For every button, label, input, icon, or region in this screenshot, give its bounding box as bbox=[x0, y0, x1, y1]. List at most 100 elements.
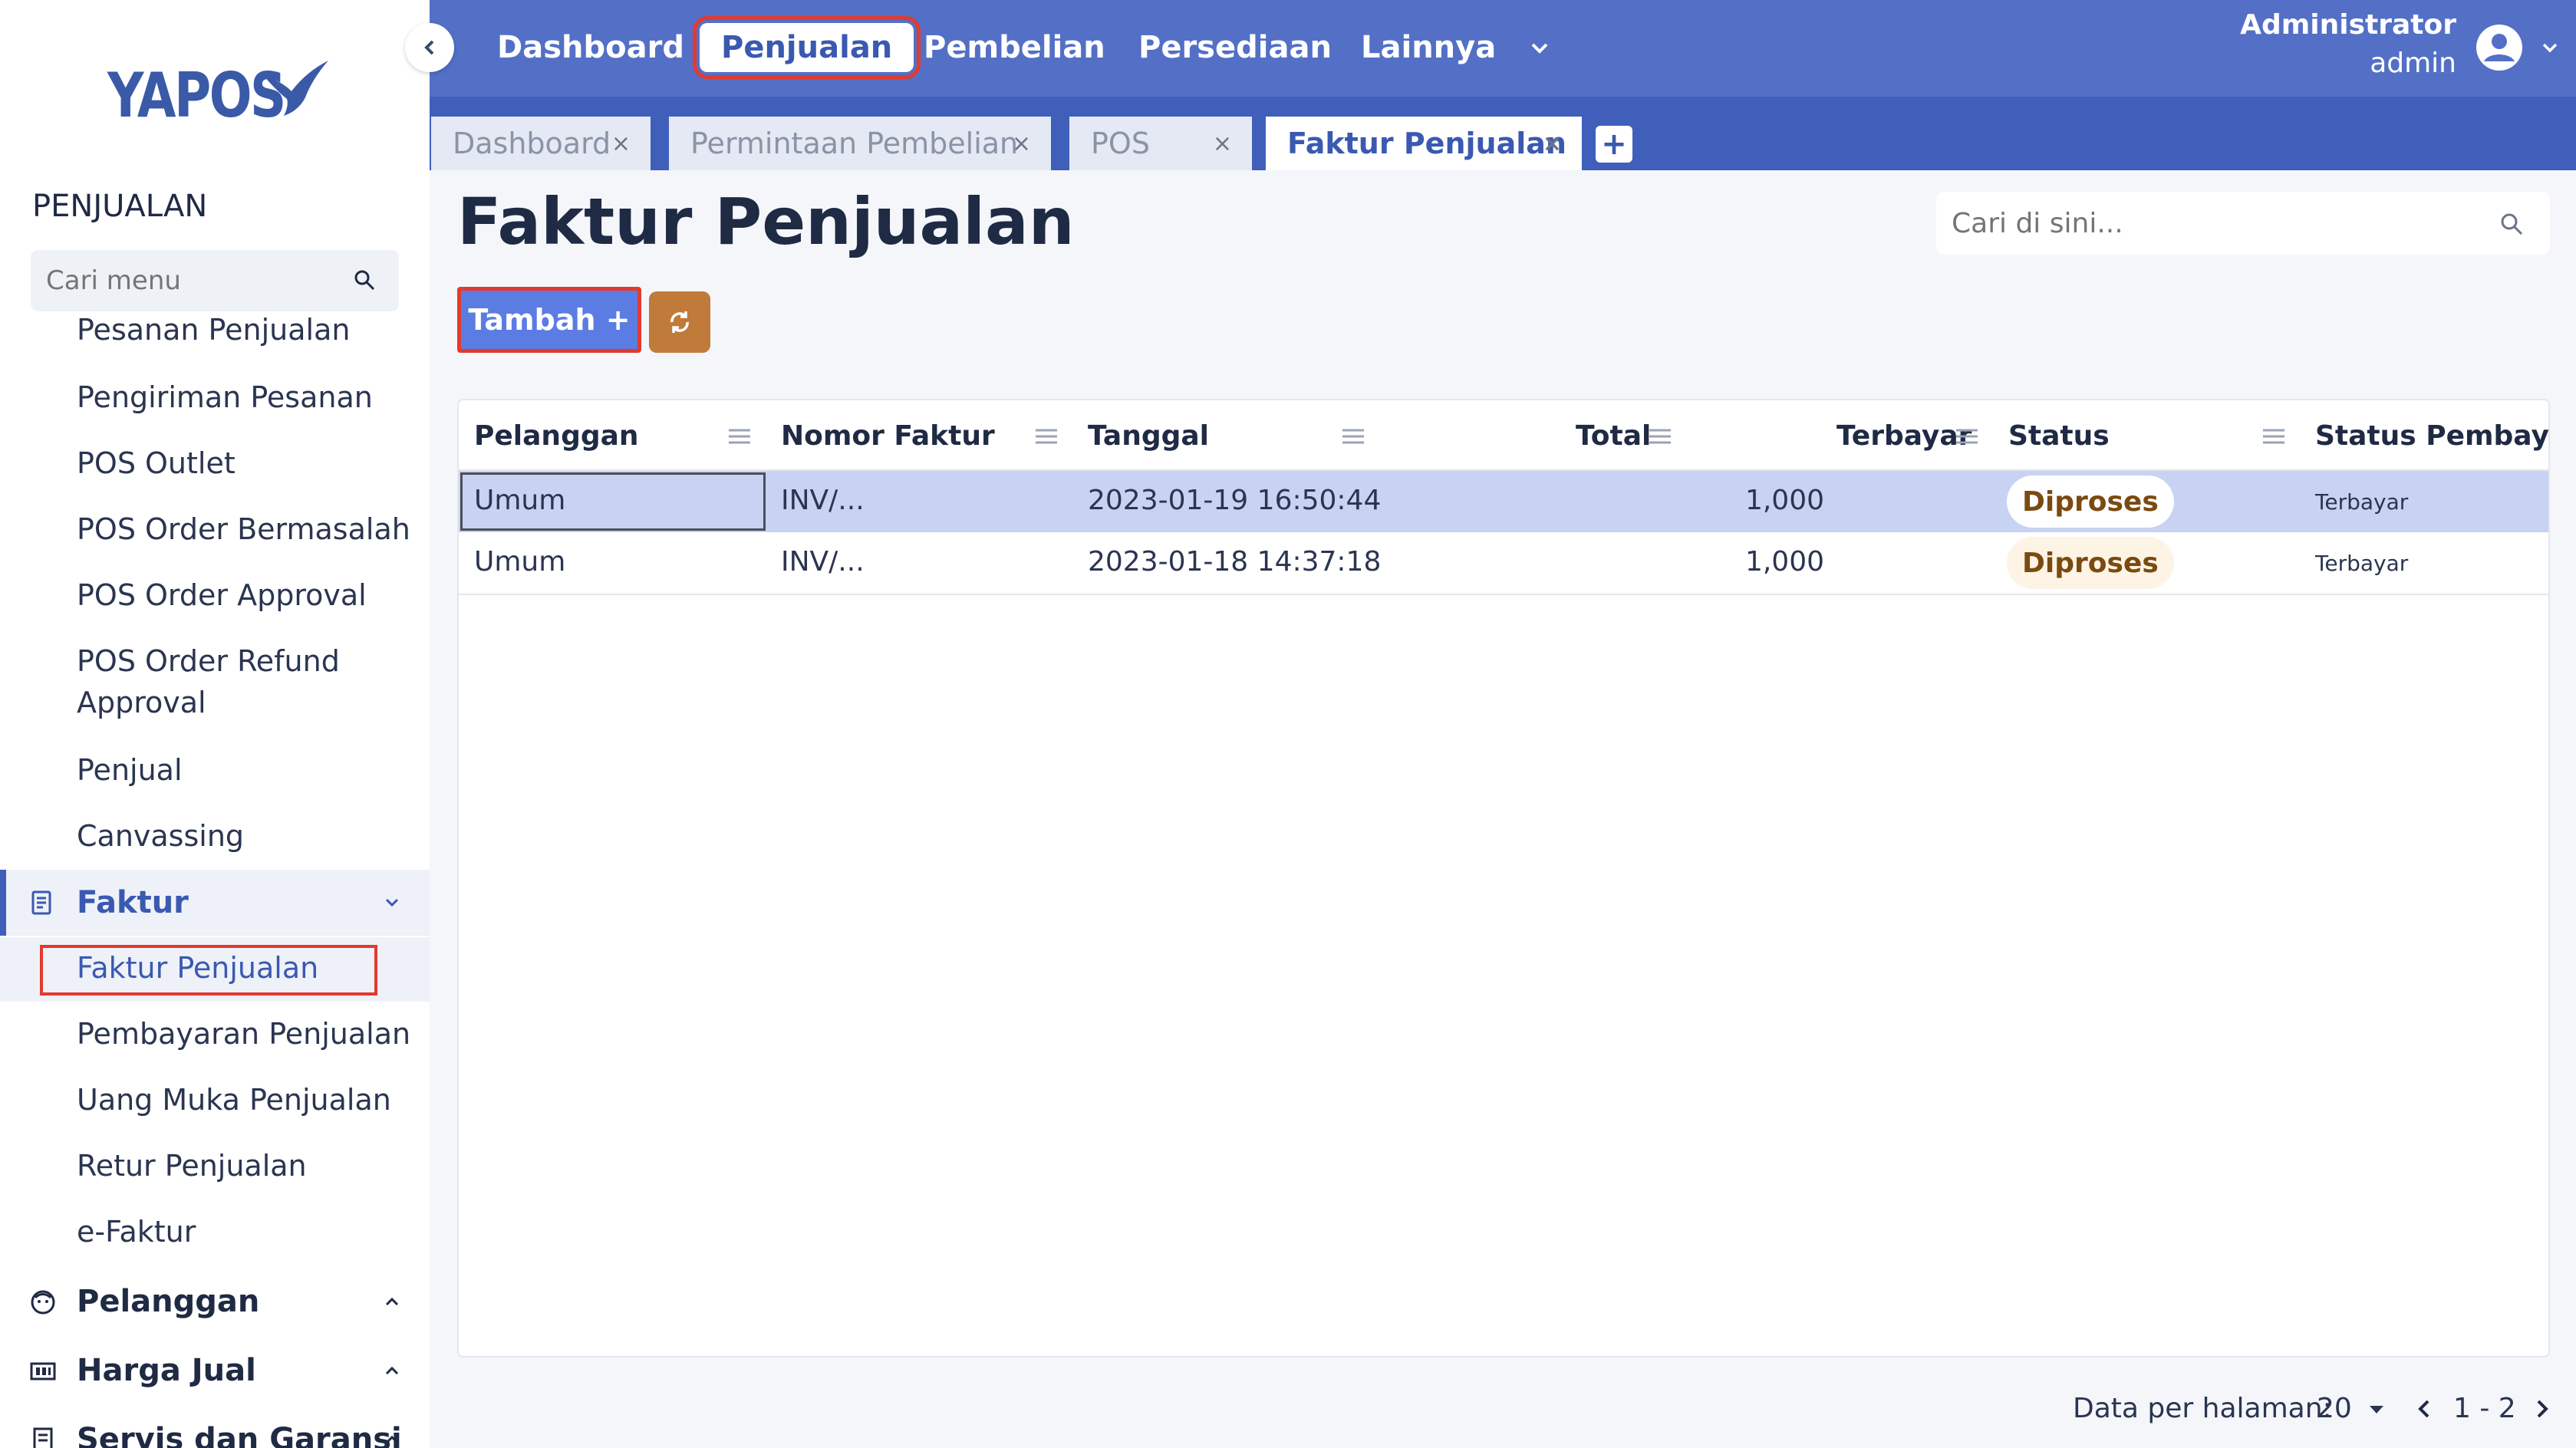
sidebar-item-pos-order-refund-approval[interactable]: Approval bbox=[77, 686, 206, 719]
yapos-logo[interactable]: YAPOS bbox=[107, 60, 328, 131]
sidebar-group-label: Faktur bbox=[77, 885, 189, 920]
table-row[interactable]: Umum INV/... 2023-01-19 16:50:44 1,000 1… bbox=[459, 471, 2548, 532]
nav-penjualan[interactable]: Penjualan bbox=[692, 16, 921, 79]
column-header-tanggal[interactable]: Tanggal bbox=[1088, 416, 1209, 456]
user-name: Administrator bbox=[2240, 9, 2456, 41]
column-header-nomor-faktur[interactable]: Nomor Faktur bbox=[781, 416, 995, 456]
page-title: Faktur Penjualan bbox=[457, 184, 1075, 259]
nav-pembelian[interactable]: Pembelian bbox=[924, 23, 1105, 72]
avatar-icon[interactable] bbox=[2475, 23, 2524, 75]
cell-status-pembayaran[interactable]: Terbayar bbox=[2315, 551, 2408, 576]
column-menu-icon[interactable] bbox=[1341, 426, 1365, 449]
column-header-pelanggan[interactable]: Pelanggan bbox=[474, 416, 639, 456]
logo-text: YAPOS bbox=[107, 60, 286, 131]
tab-faktur-penjualan[interactable]: Faktur Penjualan × bbox=[1266, 117, 1582, 170]
sidebar-group-label: Servis dan Garansi bbox=[77, 1422, 402, 1448]
sidebar-item-pembayaran-penjualan[interactable]: Pembayaran Penjualan bbox=[77, 1017, 410, 1051]
column-menu-icon[interactable] bbox=[1034, 426, 1059, 449]
column-menu-icon[interactable] bbox=[1648, 426, 1672, 449]
column-menu-icon[interactable] bbox=[1955, 426, 1979, 449]
refresh-button[interactable] bbox=[649, 291, 710, 353]
cell-total[interactable]: 1,000 bbox=[1594, 546, 1824, 578]
chevron-down-icon bbox=[382, 893, 402, 916]
cell-status-pembayaran[interactable]: Terbayar bbox=[2315, 489, 2408, 515]
close-icon[interactable]: × bbox=[1012, 130, 1031, 157]
sidebar-item-penjual[interactable]: Penjual bbox=[77, 753, 183, 787]
menu-search[interactable] bbox=[31, 250, 399, 311]
user-role: admin bbox=[2370, 48, 2456, 79]
sidebar-item-pos-order-bermasalah[interactable]: POS Order Bermasalah bbox=[77, 512, 410, 546]
refresh-icon bbox=[670, 311, 689, 333]
selected-cell-outline bbox=[460, 472, 766, 531]
add-tab-button[interactable]: + bbox=[1596, 126, 1632, 163]
column-menu-icon[interactable] bbox=[2261, 426, 2286, 449]
page-size-label: Data per halaman: bbox=[2073, 1393, 2332, 1424]
tab-pos[interactable]: POS × bbox=[1069, 117, 1252, 170]
nav-dashboard[interactable]: Dashboard bbox=[497, 23, 684, 72]
document-icon bbox=[29, 1427, 57, 1448]
sidebar-item-pos-order-refund[interactable]: POS Order Refund bbox=[77, 644, 340, 678]
sidebar: YAPOS PENJUALAN Pesanan Penjualan Pengir… bbox=[0, 0, 430, 1448]
sidebar-item-pesanan-penjualan[interactable]: Pesanan Penjualan bbox=[77, 313, 350, 347]
column-header-status-pembayaran[interactable]: Status Pembayara bbox=[2315, 416, 2548, 456]
sidebar-item-e-faktur[interactable]: e-Faktur bbox=[77, 1215, 196, 1249]
page-size-select[interactable]: 20 bbox=[2317, 1393, 2352, 1424]
tab-permintaan-pembelian[interactable]: Permintaan Pembelian × bbox=[669, 117, 1051, 170]
add-button[interactable]: Tambah + bbox=[457, 287, 641, 353]
column-header-terbayar[interactable]: Terbayar bbox=[1836, 416, 1972, 456]
sidebar-section-title: PENJUALAN bbox=[32, 189, 208, 224]
face-icon bbox=[29, 1288, 57, 1319]
previous-page-button[interactable] bbox=[2413, 1397, 2435, 1423]
sidebar-item-canvassing[interactable]: Canvassing bbox=[77, 819, 244, 853]
sidebar-item-pengiriman-pesanan[interactable]: Pengiriman Pesanan bbox=[77, 380, 373, 414]
sidebar-group-label: Pelanggan bbox=[77, 1284, 260, 1319]
next-page-button[interactable] bbox=[2532, 1397, 2553, 1423]
chevron-down-icon[interactable] bbox=[1527, 35, 1553, 64]
close-icon[interactable]: × bbox=[1543, 130, 1562, 157]
column-menu-icon[interactable] bbox=[727, 426, 752, 449]
nav-lainnya[interactable]: Lainnya bbox=[1361, 23, 1496, 72]
tab-label: Dashboard bbox=[453, 127, 611, 160]
menu-search-input[interactable] bbox=[46, 265, 353, 296]
page-range: 1 - 2 bbox=[2453, 1393, 2516, 1424]
tab-label: Faktur Penjualan bbox=[1287, 127, 1566, 160]
sidebar-item-pos-outlet[interactable]: POS Outlet bbox=[77, 446, 236, 480]
caret-down-icon[interactable] bbox=[2367, 1404, 2386, 1419]
sidebar-item-pos-order-approval[interactable]: POS Order Approval bbox=[77, 578, 367, 612]
chevron-up-icon bbox=[382, 1430, 402, 1448]
chevron-right-icon bbox=[2537, 1400, 2548, 1418]
close-icon[interactable]: × bbox=[1213, 130, 1232, 157]
chevron-up-icon bbox=[382, 1292, 402, 1315]
status-badge: Diproses bbox=[2007, 476, 2174, 528]
price-icon bbox=[29, 1358, 57, 1388]
chevron-down-icon[interactable] bbox=[2539, 37, 2561, 61]
sidebar-item-retur-penjualan[interactable]: Retur Penjualan bbox=[77, 1149, 307, 1183]
chevron-left-icon bbox=[424, 40, 434, 55]
tab-label: POS bbox=[1091, 127, 1150, 160]
sidebar-group-faktur[interactable]: Faktur bbox=[0, 870, 430, 936]
close-icon[interactable]: × bbox=[611, 130, 631, 157]
column-header-status[interactable]: Status bbox=[2008, 416, 2110, 456]
tab-dashboard[interactable]: Dashboard × bbox=[431, 117, 651, 170]
table-row[interactable]: Umum INV/... 2023-01-18 14:37:18 1,000 1… bbox=[459, 534, 2548, 595]
cell-nomor-faktur[interactable]: INV/... bbox=[781, 485, 865, 516]
sidebar-group-servis-dan-garansi[interactable]: Servis dan Garansi bbox=[0, 1407, 430, 1448]
sidebar-group-label: Harga Jual bbox=[77, 1353, 256, 1388]
search-box[interactable] bbox=[1936, 192, 2550, 255]
sidebar-collapse-button[interactable] bbox=[405, 23, 454, 72]
cell-tanggal[interactable]: 2023-01-19 16:50:44 bbox=[1088, 485, 1381, 516]
highlight-box bbox=[40, 945, 377, 995]
chevron-left-icon bbox=[2418, 1400, 2429, 1418]
column-header-total[interactable]: Total bbox=[1576, 416, 1651, 456]
search-input[interactable] bbox=[1952, 207, 2473, 239]
cell-tanggal[interactable]: 2023-01-18 14:37:18 bbox=[1088, 546, 1381, 578]
sidebar-item-uang-muka-penjualan[interactable]: Uang Muka Penjualan bbox=[77, 1083, 391, 1117]
nav-persediaan[interactable]: Persediaan bbox=[1138, 23, 1332, 72]
search-icon bbox=[2499, 212, 2524, 239]
sidebar-group-harga-jual[interactable]: Harga Jual bbox=[0, 1338, 430, 1404]
cell-total[interactable]: 1,000 bbox=[1594, 485, 1824, 516]
sidebar-group-pelanggan[interactable]: Pelanggan bbox=[0, 1269, 430, 1334]
cell-nomor-faktur[interactable]: INV/... bbox=[781, 546, 865, 578]
cell-pelanggan[interactable]: Umum bbox=[474, 546, 565, 578]
chevron-up-icon bbox=[382, 1361, 402, 1384]
